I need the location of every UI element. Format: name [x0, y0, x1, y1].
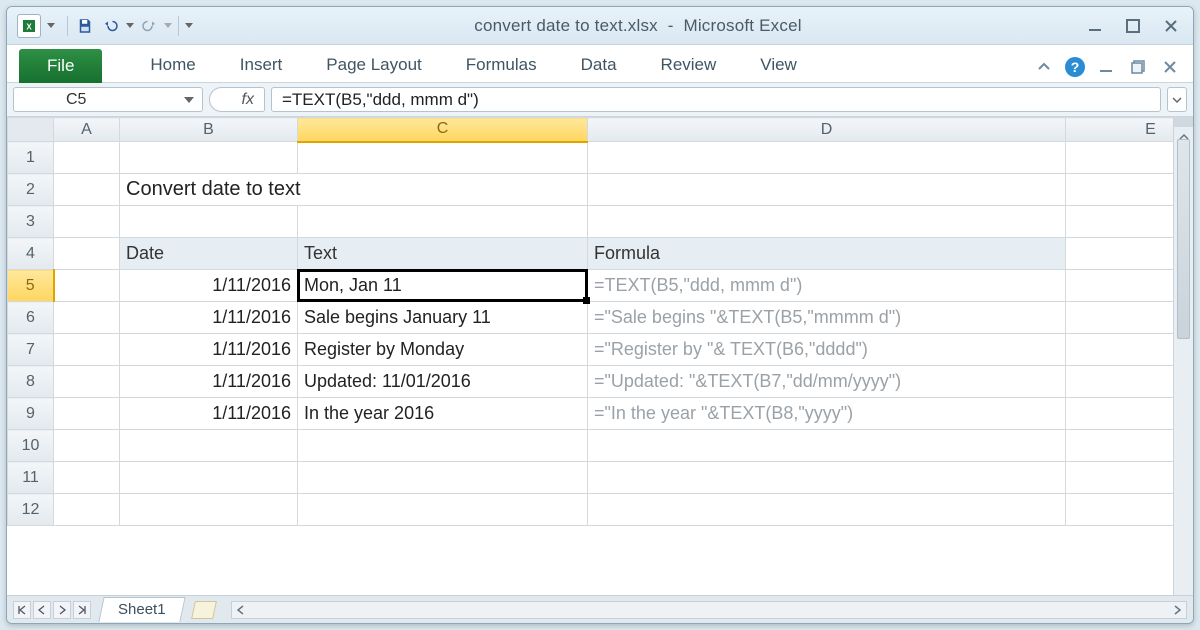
select-all-corner[interactable]	[8, 118, 54, 142]
sheet-title-cell[interactable]: Convert date to text	[120, 174, 588, 206]
col-header-B[interactable]: B	[120, 118, 298, 142]
row-header-10[interactable]: 10	[8, 430, 54, 462]
cell-B7[interactable]: 1/11/2016	[120, 334, 298, 366]
cell-C5-value: Mon, Jan 11	[304, 275, 402, 295]
undo-icon[interactable]	[100, 15, 122, 37]
cell-C7[interactable]: Register by Monday	[298, 334, 588, 366]
undo-dropdown-icon[interactable]	[126, 23, 134, 28]
sheet-nav-prev-icon[interactable]	[33, 601, 51, 619]
maximize-button[interactable]	[1121, 16, 1145, 36]
file-tab[interactable]: File	[19, 49, 102, 83]
tab-page-layout[interactable]: Page Layout	[304, 48, 443, 82]
app-menu-dropdown-icon[interactable]	[47, 23, 55, 28]
new-sheet-button[interactable]	[191, 601, 217, 619]
header-date[interactable]: Date	[120, 238, 298, 270]
quick-access-toolbar	[65, 15, 193, 37]
sheet-nav-first-icon[interactable]	[13, 601, 31, 619]
cell-C9[interactable]: In the year 2016	[298, 398, 588, 430]
formula-value: =TEXT(B5,"ddd, mmm d")	[282, 90, 479, 110]
tab-view[interactable]: View	[738, 48, 819, 82]
vertical-scrollbar[interactable]	[1173, 117, 1193, 595]
row-header-2[interactable]: 2	[8, 174, 54, 206]
cell-B9[interactable]: 1/11/2016	[120, 398, 298, 430]
app-name: Microsoft Excel	[683, 16, 801, 35]
title-bar: X convert date to text.xlsx - Microsoft …	[7, 7, 1193, 45]
col-header-E[interactable]: E	[1066, 118, 1174, 142]
cell-D8[interactable]: ="Updated: "&TEXT(B7,"dd/mm/yyyy")	[588, 366, 1066, 398]
tab-formulas[interactable]: Formulas	[444, 48, 559, 82]
redo-icon[interactable]	[138, 15, 160, 37]
sheet-nav-buttons	[13, 601, 91, 619]
fx-label: fx	[242, 91, 254, 109]
close-button[interactable]	[1159, 16, 1183, 36]
col-header-A[interactable]: A	[54, 118, 120, 142]
sheet-tab-active[interactable]: Sheet1	[98, 597, 185, 622]
name-box-value: C5	[66, 91, 86, 109]
row-header-5[interactable]: 5	[8, 270, 54, 302]
ribbon-tabs: File Home Insert Page Layout Formulas Da…	[7, 45, 1193, 83]
tab-review[interactable]: Review	[639, 48, 739, 82]
row-header-9[interactable]: 9	[8, 398, 54, 430]
tab-data[interactable]: Data	[559, 48, 639, 82]
row-header-7[interactable]: 7	[8, 334, 54, 366]
sheet-nav-next-icon[interactable]	[53, 601, 71, 619]
help-icon[interactable]: ?	[1065, 57, 1085, 77]
expand-formula-bar-icon[interactable]	[1167, 87, 1187, 112]
formula-input[interactable]: =TEXT(B5,"ddd, mmm d")	[271, 87, 1161, 112]
cell-C6[interactable]: Sale begins January 11	[298, 302, 588, 334]
row-header-3[interactable]: 3	[8, 206, 54, 238]
horizontal-scrollbar[interactable]	[231, 601, 1187, 619]
ribbon-minimize-icon[interactable]	[1033, 56, 1055, 78]
cell-C8[interactable]: Updated: 11/01/2016	[298, 366, 588, 398]
save-icon[interactable]	[74, 15, 96, 37]
row-header-6[interactable]: 6	[8, 302, 54, 334]
scroll-thumb[interactable]	[1177, 139, 1190, 339]
spreadsheet-grid[interactable]: A B C D E 1 2 Convert date to text 3 4 Da…	[7, 117, 1173, 526]
workbook-close-icon[interactable]	[1159, 56, 1181, 78]
tab-home[interactable]: Home	[128, 48, 217, 82]
cell-B6[interactable]: 1/11/2016	[120, 302, 298, 334]
split-handle-top[interactable]	[1174, 117, 1193, 127]
name-box-dropdown-icon[interactable]	[184, 97, 194, 103]
document-filename: convert date to text.xlsx	[474, 16, 658, 35]
col-header-C[interactable]: C	[298, 118, 588, 142]
qat-customize-dropdown-icon[interactable]	[185, 23, 193, 28]
header-text[interactable]: Text	[298, 238, 588, 270]
col-header-D[interactable]: D	[588, 118, 1066, 142]
scroll-right-icon[interactable]	[1168, 602, 1186, 618]
cell-B8[interactable]: 1/11/2016	[120, 366, 298, 398]
cell-D5[interactable]: =TEXT(B5,"ddd, mmm d")	[588, 270, 1066, 302]
workbook-restore-icon[interactable]	[1127, 56, 1149, 78]
tab-insert[interactable]: Insert	[218, 48, 305, 82]
insert-function-button[interactable]: fx	[209, 87, 265, 112]
cell-C5-selected[interactable]: Mon, Jan 11	[298, 270, 588, 302]
minimize-button[interactable]	[1083, 16, 1107, 36]
excel-app-icon[interactable]: X	[17, 14, 41, 38]
cell-B5[interactable]: 1/11/2016	[120, 270, 298, 302]
scroll-left-icon[interactable]	[232, 602, 250, 618]
cell-D9[interactable]: ="In the year "&TEXT(B8,"yyyy")	[588, 398, 1066, 430]
row-header-1[interactable]: 1	[8, 142, 54, 174]
formula-bar: C5 fx =TEXT(B5,"ddd, mmm d")	[7, 83, 1193, 117]
sheet-tab-bar: Sheet1	[7, 595, 1193, 623]
worksheet-area: A B C D E 1 2 Convert date to text 3 4 Da…	[7, 117, 1193, 595]
row-header-8[interactable]: 8	[8, 366, 54, 398]
window-title: convert date to text.xlsx - Microsoft Ex…	[193, 16, 1083, 36]
sheet-nav-last-icon[interactable]	[73, 601, 91, 619]
cell-D6[interactable]: ="Sale begins "&TEXT(B5,"mmmm d")	[588, 302, 1066, 334]
sheet-tab-label: Sheet1	[118, 601, 166, 618]
svg-text:X: X	[26, 22, 32, 31]
workbook-minimize-icon[interactable]	[1095, 56, 1117, 78]
name-box[interactable]: C5	[13, 87, 203, 112]
fill-handle[interactable]	[583, 297, 590, 304]
redo-dropdown-icon[interactable]	[164, 23, 172, 28]
header-formula[interactable]: Formula	[588, 238, 1066, 270]
cell-D7[interactable]: ="Register by "& TEXT(B6,"dddd")	[588, 334, 1066, 366]
row-header-11[interactable]: 11	[8, 462, 54, 494]
row-header-12[interactable]: 12	[8, 494, 54, 526]
row-header-4[interactable]: 4	[8, 238, 54, 270]
app-window: X convert date to text.xlsx - Microsoft …	[6, 6, 1194, 624]
